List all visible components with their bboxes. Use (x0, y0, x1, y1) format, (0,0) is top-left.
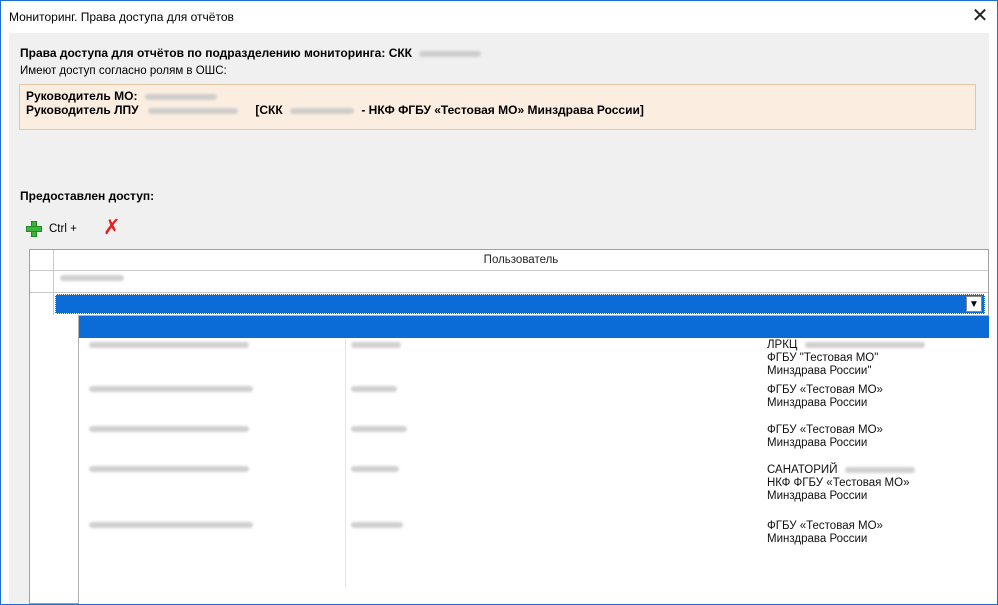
users-grid: Пользователь ▼ ЛРКЦ ФГБУ "Тестовая МО" М… (29, 249, 989, 604)
dropdown-org: ФГБУ «Тестовая МО» Минздрава России (767, 384, 977, 410)
dropdown-item[interactable]: ФГБУ «Тестовая МО» Минздрава России (79, 518, 989, 562)
org-line: Минздрава России (767, 490, 868, 502)
row-selector[interactable] (30, 293, 54, 315)
redacted-guid (89, 386, 253, 392)
role-lpu-org-open: [СКК (255, 103, 283, 117)
row-selector[interactable] (30, 271, 54, 292)
page-title: Права доступа для отчётов по подразделен… (20, 46, 482, 60)
org-line: ФГБУ «Тестовая МО» (767, 424, 883, 436)
column-header-user[interactable]: Пользователь (54, 250, 988, 270)
heading-text: Права доступа для отчётов по подразделен… (20, 46, 413, 60)
redacted-text (844, 466, 915, 473)
org-line: Минздрава России (767, 437, 868, 449)
role-lpu-org-rest: - НКФ ФГБУ «Тестовая МО» Минздрава Росси… (361, 103, 644, 117)
org-line: ФГБУ «Тестовая МО» (767, 384, 883, 396)
window-title: Мониторинг. Права доступа для отчётов (9, 10, 234, 24)
redacted-guid (89, 466, 249, 472)
dropdown-item[interactable]: САНАТОРИЙ НКФ ФГБУ «Тестовая МО» Минздра… (79, 462, 989, 516)
redacted-name (351, 386, 397, 392)
redacted-name (147, 107, 238, 114)
role-lpu-label: Руководитель ЛПУ (26, 103, 139, 117)
redacted-guid (89, 522, 253, 528)
shortcut-label: Ctrl + (49, 223, 77, 235)
roles-box: Руководитель МО: Руководитель ЛПУ [СКК -… (19, 84, 976, 130)
title-bar: Мониторинг. Права доступа для отчётов ✕ (1, 1, 997, 33)
dropdown-org: ФГБУ «Тестовая МО» Минздрава России (767, 520, 977, 546)
dropdown-org: ЛРКЦ ФГБУ "Тестовая МО" Минздрава России… (767, 339, 977, 378)
dropdown-item[interactable]: ФГБУ «Тестовая МО» Минздрава России (79, 422, 989, 462)
org-line: Минздрава России" (767, 365, 872, 377)
org-line: НКФ ФГБУ «Тестовая МО» (767, 477, 910, 489)
redacted-name (144, 93, 217, 100)
redacted-name (60, 275, 124, 281)
table-row[interactable] (30, 271, 988, 293)
redacted-name (289, 107, 354, 114)
role-line-mo: Руководитель МО: (26, 89, 969, 103)
grid-header: Пользователь (30, 250, 988, 271)
dialog-content: Права доступа для отчётов по подразделен… (9, 33, 989, 604)
org-line: Минздрава России (767, 533, 868, 545)
redacted-text (804, 341, 925, 348)
delete-icon[interactable]: ✗ (103, 217, 123, 239)
dropdown-org: ФГБУ «Тестовая МО» Минздрава России (767, 424, 977, 450)
dropdown-org: САНАТОРИЙ НКФ ФГБУ «Тестовая МО» Минздра… (767, 464, 977, 503)
dropdown-item[interactable]: ФГБУ «Тестовая МО» Минздрава России (79, 382, 989, 422)
org-line: Минздрава России (767, 397, 868, 409)
chevron-down-icon[interactable]: ▼ (966, 296, 982, 312)
dropdown-selected-row[interactable] (79, 316, 989, 338)
access-label: Предоставлен доступ: (20, 189, 155, 203)
redacted-name (419, 50, 482, 57)
org-text: САНАТОРИЙ (767, 464, 838, 476)
org-line: ЛРКЦ (767, 339, 977, 352)
redacted-name (351, 522, 403, 528)
table-row-editing[interactable]: ▼ (30, 293, 988, 315)
redacted-name (351, 426, 407, 432)
roles-description: Имеют доступ согласно ролям в ОШС: (20, 65, 227, 77)
dialog-window: Мониторинг. Права доступа для отчётов ✕ … (0, 0, 998, 605)
org-line: САНАТОРИЙ (767, 464, 977, 477)
role-mo-label: Руководитель МО: (26, 89, 138, 103)
redacted-name (351, 466, 399, 472)
redacted-guid (89, 426, 249, 432)
dropdown-item[interactable]: ЛРКЦ ФГБУ "Тестовая МО" Минздрава России… (79, 338, 989, 382)
user-dropdown-list[interactable]: ЛРКЦ ФГБУ "Тестовая МО" Минздрава России… (78, 315, 989, 604)
redacted-name (351, 342, 401, 348)
org-text: ЛРКЦ (767, 339, 798, 351)
plus-icon[interactable] (25, 220, 43, 238)
redacted-guid (89, 342, 249, 348)
role-line-lpu: Руководитель ЛПУ [СКК - НКФ ФГБУ «Тестов… (26, 103, 969, 117)
close-icon[interactable]: ✕ (963, 1, 997, 31)
row-header-corner (30, 250, 54, 270)
user-combo-input[interactable]: ▼ (55, 294, 985, 314)
org-line: ФГБУ «Тестовая МО» (767, 520, 883, 532)
org-line: ФГБУ "Тестовая МО" (767, 352, 879, 364)
